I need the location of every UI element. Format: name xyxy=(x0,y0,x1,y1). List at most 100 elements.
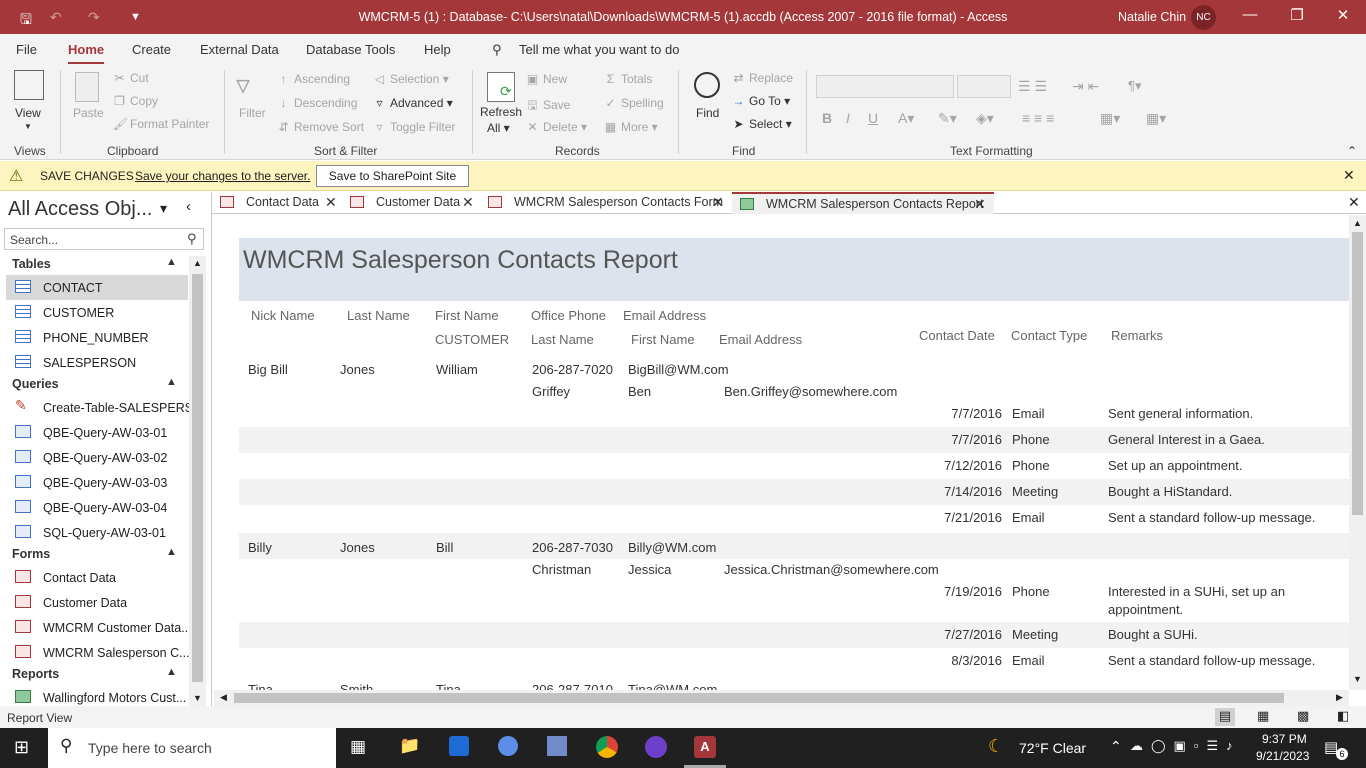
refresh-icon[interactable]: ⟳ xyxy=(487,72,515,102)
align-icon[interactable]: ≡ ≡ ≡ xyxy=(1022,110,1054,126)
tab-home[interactable]: Home xyxy=(68,42,105,65)
section-reports[interactable]: Reports ▲ xyxy=(0,663,190,685)
tab-salesperson-form[interactable]: WMCRM Salesperson Contacts Form ✕ xyxy=(480,192,730,214)
tell-me-search[interactable]: Tell me what you want to do xyxy=(519,42,679,57)
view-icon[interactable] xyxy=(14,70,44,100)
nav-query-create-table[interactable]: ✎ Create-Table-SALESPERS... xyxy=(6,395,204,420)
access-app-icon[interactable]: A xyxy=(694,736,716,758)
report-view-icon[interactable]: ▤ xyxy=(1215,708,1235,726)
clock-time[interactable]: 9:37 PM xyxy=(1262,732,1307,746)
collapse-ribbon-icon[interactable]: ⌃ xyxy=(1347,144,1357,158)
nav-table-salesperson[interactable]: SALESPERSON xyxy=(6,350,188,375)
scroll-thumb[interactable] xyxy=(1352,232,1363,515)
store-icon[interactable] xyxy=(449,736,469,756)
nav-query-qbe-02[interactable]: QBE-Query-AW-03-02 xyxy=(6,445,188,470)
nav-menu-icon[interactable]: ▾ xyxy=(160,200,167,217)
refresh-all-sub[interactable]: All ▾ xyxy=(487,121,510,135)
scroll-thumb[interactable] xyxy=(192,274,203,682)
minimize-icon[interactable]: — xyxy=(1235,6,1265,23)
refresh-all-button[interactable]: Refresh xyxy=(480,105,522,119)
nav-form-wmcrm-customer[interactable]: WMCRM Customer Data... xyxy=(6,615,192,640)
cut-button[interactable]: ✂ Cut xyxy=(113,71,148,85)
clock-date[interactable]: 9/21/2023 xyxy=(1256,749,1309,763)
restore-icon[interactable]: ❐ xyxy=(1282,6,1312,24)
selection-button[interactable]: ◁ Selection ▾ xyxy=(373,72,449,86)
more-button[interactable]: ▦ More ▾ xyxy=(604,120,658,134)
section-queries[interactable]: Queries ▲ xyxy=(0,373,190,395)
nav-form-customer-data[interactable]: Customer Data xyxy=(6,590,188,615)
alternate-row-icon[interactable]: ▦▾ xyxy=(1100,110,1120,127)
nav-report-wallingford[interactable]: Wallingford Motors Cust... xyxy=(6,685,188,705)
save-to-sharepoint-button[interactable]: Save to SharePoint Site xyxy=(316,165,469,187)
nav-query-qbe-03[interactable]: QBE-Query-AW-03-03 xyxy=(6,470,188,495)
gridlines-icon[interactable]: ▦▾ xyxy=(1146,110,1166,127)
font-name-select[interactable] xyxy=(816,75,954,98)
filter-icon[interactable]: ▿ xyxy=(236,68,250,101)
find-icon[interactable] xyxy=(694,72,720,98)
file-explorer-icon[interactable]: 📁 xyxy=(399,736,420,756)
chevron-up-icon[interactable]: ⌃ xyxy=(1110,738,1122,755)
close-icon[interactable]: ✕ xyxy=(1343,167,1355,184)
nav-table-contact[interactable]: CONTACT xyxy=(6,275,188,300)
user-name[interactable]: Natalie Chin xyxy=(1118,10,1186,24)
highlight-icon[interactable]: ✎▾ xyxy=(938,110,957,127)
tab-external-data[interactable]: External Data xyxy=(200,42,279,57)
print-preview-icon[interactable]: ▦ xyxy=(1257,708,1269,724)
view-button[interactable]: View xyxy=(15,106,41,120)
font-color-icon[interactable]: A▾ xyxy=(898,110,914,127)
tab-database-tools[interactable]: Database Tools xyxy=(306,42,395,57)
virtualbox-icon[interactable] xyxy=(547,736,567,756)
task-view-icon[interactable]: ▦ xyxy=(350,737,366,757)
nav-table-customer[interactable]: CUSTOMER xyxy=(6,300,188,325)
select-button[interactable]: ➤ Select ▾ xyxy=(732,117,791,131)
tab-help[interactable]: Help xyxy=(424,42,451,57)
tab-contact-data[interactable]: Contact Data ✕ xyxy=(212,192,342,214)
paste-icon[interactable] xyxy=(75,72,99,102)
totals-button[interactable]: Σ Totals xyxy=(604,72,653,86)
nav-form-contact-data[interactable]: Contact Data xyxy=(6,565,188,590)
nav-query-qbe-04[interactable]: QBE-Query-AW-03-04 xyxy=(6,495,188,520)
tab-customer-data[interactable]: Customer Data ✕ xyxy=(342,192,480,214)
design-view-icon[interactable]: ◧ xyxy=(1337,708,1349,724)
format-painter-button[interactable]: 🖌 Format Painter xyxy=(113,117,209,131)
search-input[interactable]: Search... ⚲ xyxy=(4,228,204,250)
toggle-filter-button[interactable]: ▿ Toggle Filter xyxy=(373,120,455,134)
section-forms[interactable]: Forms ▲ xyxy=(0,543,190,565)
save-changes-link[interactable]: Save your changes to the server. xyxy=(135,169,310,183)
fill-color-icon[interactable]: ◈▾ xyxy=(976,110,994,127)
close-icon[interactable]: ✕ xyxy=(1328,6,1358,24)
avatar[interactable]: NC xyxy=(1191,5,1216,30)
descending-button[interactable]: ↓ Descending xyxy=(277,96,358,110)
tab-create[interactable]: Create xyxy=(132,42,171,57)
nav-table-phone-number[interactable]: PHONE_NUMBER xyxy=(6,325,188,350)
remove-sort-button[interactable]: ⇵ Remove Sort xyxy=(277,120,364,134)
go-to-button[interactable]: → Go To ▾ xyxy=(732,94,791,108)
paragraph-icon[interactable]: ¶▾ xyxy=(1128,78,1142,94)
ascending-button[interactable]: ↑ Ascending xyxy=(277,72,351,86)
scroll-thumb[interactable] xyxy=(234,693,1284,703)
close-document-icon[interactable]: ✕ xyxy=(1348,194,1360,211)
spelling-button[interactable]: ✓ Spelling xyxy=(604,96,663,110)
shutter-bar-icon[interactable]: ‹ xyxy=(186,198,191,215)
bullets-icon[interactable]: ☰ ☰ xyxy=(1018,78,1047,95)
nav-scrollbar[interactable]: ▲ ▼ xyxy=(189,256,206,706)
find-button[interactable]: Find xyxy=(696,106,719,120)
layout-view-icon[interactable]: ▩ xyxy=(1297,708,1309,724)
new-record-button[interactable]: ▣ New xyxy=(526,72,567,86)
paste-button[interactable]: Paste xyxy=(73,106,104,120)
nav-form-wmcrm-salesperson[interactable]: WMCRM Salesperson C... xyxy=(6,640,190,665)
nav-query-qbe-01[interactable]: QBE-Query-AW-03-01 xyxy=(6,420,188,445)
save-record-button[interactable]: 🖫 Save xyxy=(526,96,570,117)
replace-button[interactable]: ⇄ Replace xyxy=(732,71,793,85)
windows-start-icon[interactable]: ⊞ xyxy=(14,737,29,758)
bold-icon[interactable]: B xyxy=(822,110,832,126)
system-tray-icons[interactable]: ☁◯▣▫☰♪ xyxy=(1130,738,1241,754)
github-icon[interactable] xyxy=(645,736,667,758)
report-vertical-scrollbar[interactable]: ▲ ▼ xyxy=(1349,215,1366,690)
italic-icon[interactable]: I xyxy=(846,110,850,126)
copilot-icon[interactable] xyxy=(498,736,518,756)
taskbar-search-input[interactable]: ⚲ Type here to search xyxy=(48,728,336,768)
indent-icon[interactable]: ⇥ ⇤ xyxy=(1072,78,1099,95)
chevron-down-icon[interactable]: ▼ xyxy=(24,122,32,131)
underline-icon[interactable]: U xyxy=(868,110,878,126)
